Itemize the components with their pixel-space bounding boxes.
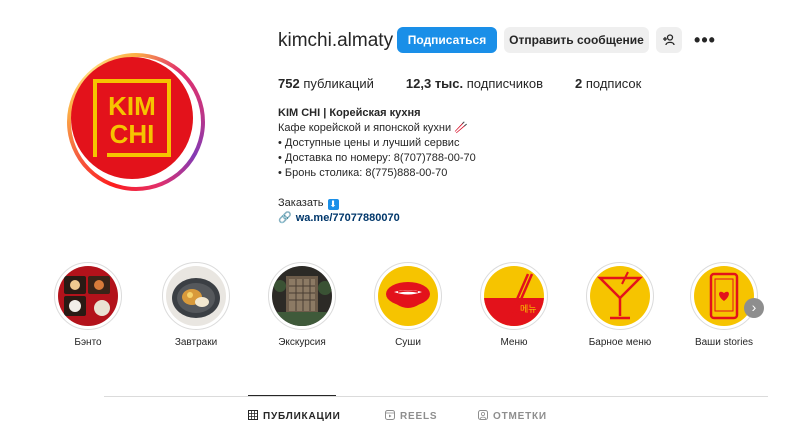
bio-line-3: • Доставка по номеру: 8(707)788-00-70 xyxy=(278,152,476,164)
highlight-ring xyxy=(586,262,654,330)
highlight-label: Завтраки xyxy=(174,337,218,348)
highlight-ring xyxy=(162,262,230,330)
bio-link[interactable]: wa.me/77077880070 xyxy=(296,212,400,224)
following-label: подписок xyxy=(585,76,642,91)
tab-reels[interactable]: REELS xyxy=(385,410,437,423)
message-button[interactable]: Отправить сообщение xyxy=(504,27,649,53)
profile-avatar-ring[interactable]: KIM CHI xyxy=(67,53,205,191)
logo-text-bottom: CHI xyxy=(110,119,155,149)
posts-label: публикаций xyxy=(303,76,374,91)
bio-name: KIM CHI | Корейская кухня xyxy=(278,107,421,119)
highlight-ring xyxy=(54,262,122,330)
bio-line-1: Кафе корейской и японской кухни 🥢 xyxy=(278,122,468,134)
followers-label: подписчиков xyxy=(466,76,543,91)
bio-line-4: • Бронь столика: 8(775)888-00-70 xyxy=(278,167,448,179)
highlight-ring: 메뉴 xyxy=(480,262,548,330)
tab-posts-label: ПУБЛИКАЦИИ xyxy=(263,411,341,422)
follow-button[interactable]: Подписаться xyxy=(397,27,497,53)
bento-image xyxy=(58,266,118,326)
highlight-bento[interactable]: Бэнто xyxy=(53,262,123,348)
tour-image xyxy=(272,266,332,326)
tab-posts[interactable]: ПУБЛИКАЦИИ xyxy=(248,410,341,423)
highlight-sushi[interactable]: Суши xyxy=(373,262,443,348)
bar-menu-image xyxy=(590,266,650,326)
more-options-button[interactable]: ••• xyxy=(694,27,716,53)
reels-icon xyxy=(385,410,395,423)
active-tab-indicator xyxy=(248,395,336,396)
bio-spacer xyxy=(278,181,578,196)
highlight-label: Бэнто xyxy=(74,337,102,348)
link-icon: 🔗 xyxy=(278,212,292,224)
highlight-ring xyxy=(690,262,758,330)
posts-stat[interactable]: 752 публикаций xyxy=(278,76,374,91)
sushi-image xyxy=(378,266,438,326)
highlight-breakfast[interactable]: Завтраки xyxy=(161,262,231,348)
grid-icon xyxy=(248,410,258,423)
profile-avatar[interactable]: KIM CHI xyxy=(71,57,193,179)
posts-count: 752 xyxy=(278,76,300,91)
tagged-icon xyxy=(478,410,488,423)
followers-count: 12,3 тыс. xyxy=(405,76,464,91)
tab-tagged-label: ОТМЕТКИ xyxy=(493,411,547,422)
menu-korean-text: 메뉴 xyxy=(520,304,537,315)
kimchi-logo: KIM CHI xyxy=(93,79,171,157)
followers-stat[interactable]: 12,3 тыс. подписчиков xyxy=(406,76,543,91)
highlight-label: Экскурсия xyxy=(278,337,326,348)
stories-image xyxy=(694,266,754,326)
down-arrow-icon: ⬇ xyxy=(327,199,339,210)
highlight-ring xyxy=(374,262,442,330)
menu-image: 메뉴 xyxy=(484,266,544,326)
add-user-icon xyxy=(663,34,675,46)
highlight-tour[interactable]: Экскурсия xyxy=(267,262,337,348)
highlight-bar-menu[interactable]: Барное меню xyxy=(585,262,655,348)
highlight-label: Ваши stories xyxy=(694,337,754,348)
tabs-divider xyxy=(104,396,768,397)
bio-line-2: • Доступные цены и лучший сервис xyxy=(278,137,460,149)
tab-tagged[interactable]: ОТМЕТКИ xyxy=(478,410,547,423)
bio-order-line: Заказать ⬇ xyxy=(278,196,578,211)
profile-bio: KIM CHI | Корейская кухня Кафе корейской… xyxy=(278,106,578,226)
highlight-ring xyxy=(268,262,336,330)
highlight-label: Барное меню xyxy=(588,337,652,348)
profile-username: kimchi.almaty xyxy=(278,30,394,51)
following-stat[interactable]: 2 подписок xyxy=(575,76,641,91)
highlight-label: Меню xyxy=(500,337,528,348)
breakfast-image xyxy=(166,266,226,326)
order-label: Заказать xyxy=(278,197,324,209)
bio-link-line[interactable]: 🔗 wa.me/77077880070 xyxy=(278,211,578,226)
highlight-menu[interactable]: 메뉴 Меню xyxy=(479,262,549,348)
highlight-label: Суши xyxy=(395,337,421,348)
add-user-button[interactable] xyxy=(656,27,682,53)
logo-text-top: KIM xyxy=(108,91,156,121)
chevron-right-icon[interactable]: › xyxy=(744,298,764,318)
following-count: 2 xyxy=(575,76,583,91)
tab-reels-label: REELS xyxy=(400,411,438,422)
profile-stats: 752 публикаций 12,3 тыс. подписчиков 2 п… xyxy=(278,76,673,91)
